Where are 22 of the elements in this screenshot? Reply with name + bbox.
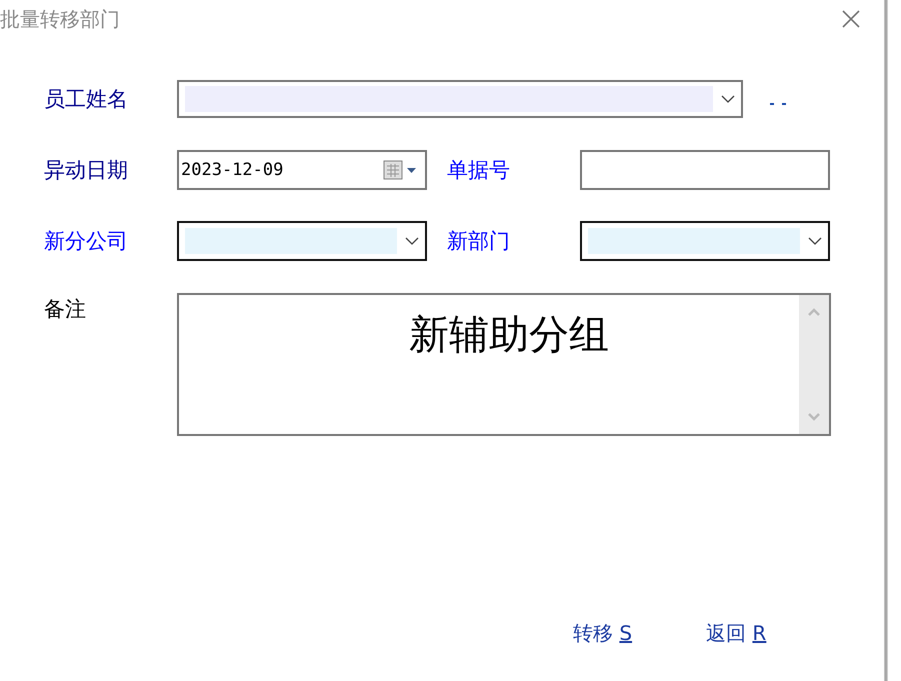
field-label: 员工姓名 bbox=[44, 88, 129, 110]
action-link[interactable]: 返回 R bbox=[706, 620, 766, 647]
combo-box[interactable] bbox=[177, 221, 427, 261]
field-label: 新分公司 bbox=[44, 230, 129, 252]
chevron-down-icon[interactable] bbox=[808, 237, 822, 245]
notes-area[interactable]: 新辅助分组 bbox=[177, 293, 831, 436]
notes-text: 新辅助分组 bbox=[409, 313, 609, 360]
chevron-down-icon[interactable] bbox=[721, 95, 735, 103]
field-label: 异动日期 bbox=[44, 160, 129, 180]
close-icon[interactable] bbox=[841, 9, 861, 29]
field-label: 备注 bbox=[44, 299, 87, 320]
chevron-down-icon[interactable] bbox=[405, 237, 419, 245]
input-field[interactable] bbox=[580, 150, 830, 190]
more-icon[interactable] bbox=[769, 102, 787, 106]
date-value: 2023-12-09 bbox=[181, 160, 284, 180]
action-link[interactable]: 转移 S bbox=[573, 620, 632, 647]
calendar-icon[interactable] bbox=[383, 159, 419, 181]
field-label: 新部门 bbox=[447, 230, 511, 252]
field-label: 单据号 bbox=[447, 160, 511, 180]
window-title: 批量转移部门 bbox=[0, 6, 120, 32]
date-picker[interactable]: 2023-12-09 bbox=[177, 150, 427, 190]
combo-box[interactable] bbox=[580, 221, 830, 261]
